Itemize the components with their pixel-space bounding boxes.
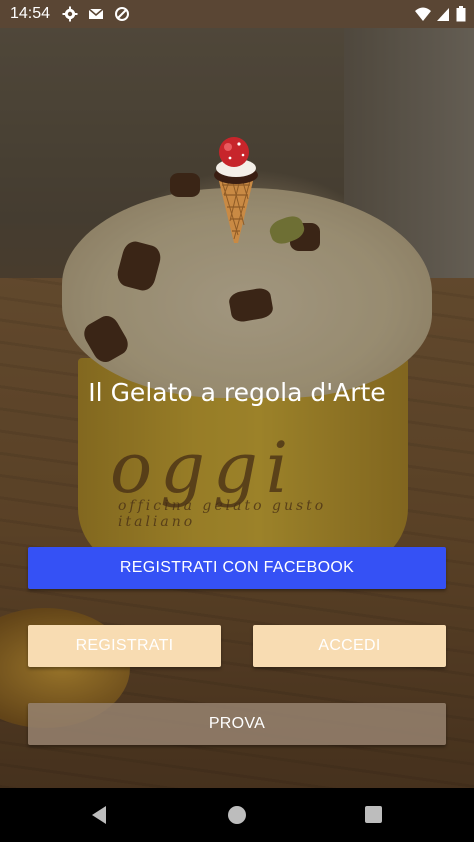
register-with-facebook-button[interactable]: REGISTRATI CON FACEBOOK — [28, 547, 446, 589]
signal-icon — [437, 8, 449, 21]
home-icon[interactable] — [228, 806, 246, 824]
battery-icon — [456, 6, 466, 22]
login-button[interactable]: ACCEDI — [253, 625, 446, 667]
register-button[interactable]: REGISTRATI — [28, 625, 221, 667]
back-icon[interactable] — [90, 805, 108, 825]
status-bar: 14:54 — [0, 0, 474, 28]
recents-icon[interactable] — [365, 806, 382, 823]
wifi-icon — [415, 7, 431, 21]
gelato-cone-logo — [214, 137, 258, 243]
try-button[interactable]: PROVA — [28, 703, 446, 745]
gmail-icon — [88, 8, 104, 19]
data-saver-icon — [115, 7, 129, 21]
tagline: Il Gelato a regola d'Arte — [88, 378, 386, 407]
status-time: 14:54 — [10, 5, 51, 22]
gear-icon — [62, 6, 78, 22]
